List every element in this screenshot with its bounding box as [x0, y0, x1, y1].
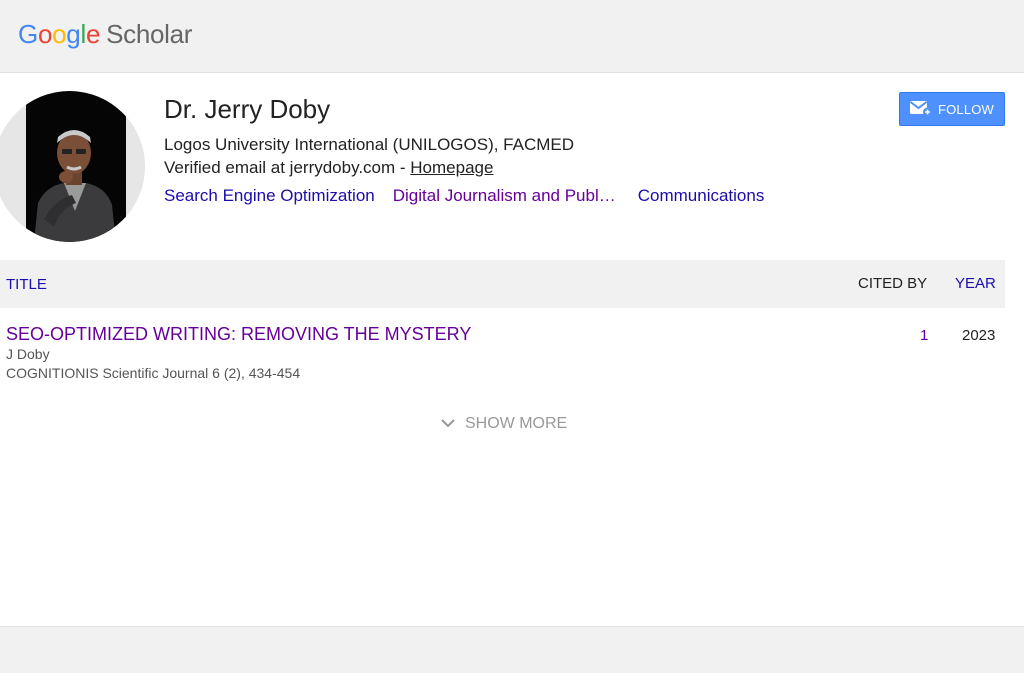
- google-scholar-logo[interactable]: Google Scholar: [18, 18, 192, 50]
- logo-letter: g: [66, 19, 81, 49]
- article-title-link[interactable]: SEO-OPTIMIZED WRITING: REMOVING THE MYST…: [6, 323, 471, 345]
- profile-affiliation: Logos University International (UNILOGOS…: [164, 135, 575, 154]
- footer-bar: [0, 626, 1024, 673]
- logo-letter: G: [18, 19, 38, 49]
- article-year: 2023: [962, 327, 996, 344]
- logo-letter: e: [85, 19, 101, 49]
- cited-by-count-link[interactable]: 1: [920, 327, 928, 344]
- follow-label: FOLLOW: [937, 101, 995, 117]
- sort-by-year[interactable]: YEAR: [955, 275, 996, 292]
- logo-letter: o: [52, 19, 67, 49]
- follow-button[interactable]: FOLLOW: [899, 92, 1005, 126]
- interest-link[interactable]: Communications: [638, 186, 765, 206]
- logo-letter: o: [37, 19, 53, 49]
- show-more-label: SHOW MORE: [465, 415, 568, 432]
- email-text: Verified email at jerrydoby.com -: [164, 158, 411, 177]
- chevron-down-icon: [440, 415, 456, 433]
- article-authors: J Doby: [6, 346, 50, 362]
- articles-table-header: TITLE CITED BY YEAR: [0, 260, 1005, 308]
- interests-list: Search Engine Optimization Digital Journ…: [164, 186, 764, 206]
- table-row: SEO-OPTIMIZED WRITING: REMOVING THE MYST…: [0, 318, 1005, 388]
- sort-by-title[interactable]: TITLE: [6, 276, 47, 293]
- article-venue: COGNITIONIS Scientific Journal 6 (2), 43…: [6, 365, 301, 381]
- avatar: [0, 91, 145, 242]
- interest-link[interactable]: Search Engine Optimization: [164, 186, 375, 206]
- profile-name: Dr. Jerry Doby: [164, 94, 331, 124]
- mail-plus-icon: [909, 100, 932, 119]
- profile-email: Verified email at jerrydoby.com - Homepa…: [164, 158, 493, 178]
- interest-link[interactable]: Digital Journalism and Publ…: [393, 186, 616, 206]
- cited-by-header: CITED BY: [858, 275, 928, 292]
- logo-suffix: Scholar: [106, 19, 193, 49]
- top-bar: Google Scholar: [0, 0, 1024, 73]
- show-more-button[interactable]: SHOW MORE: [440, 415, 567, 433]
- homepage-link[interactable]: Homepage: [410, 158, 493, 177]
